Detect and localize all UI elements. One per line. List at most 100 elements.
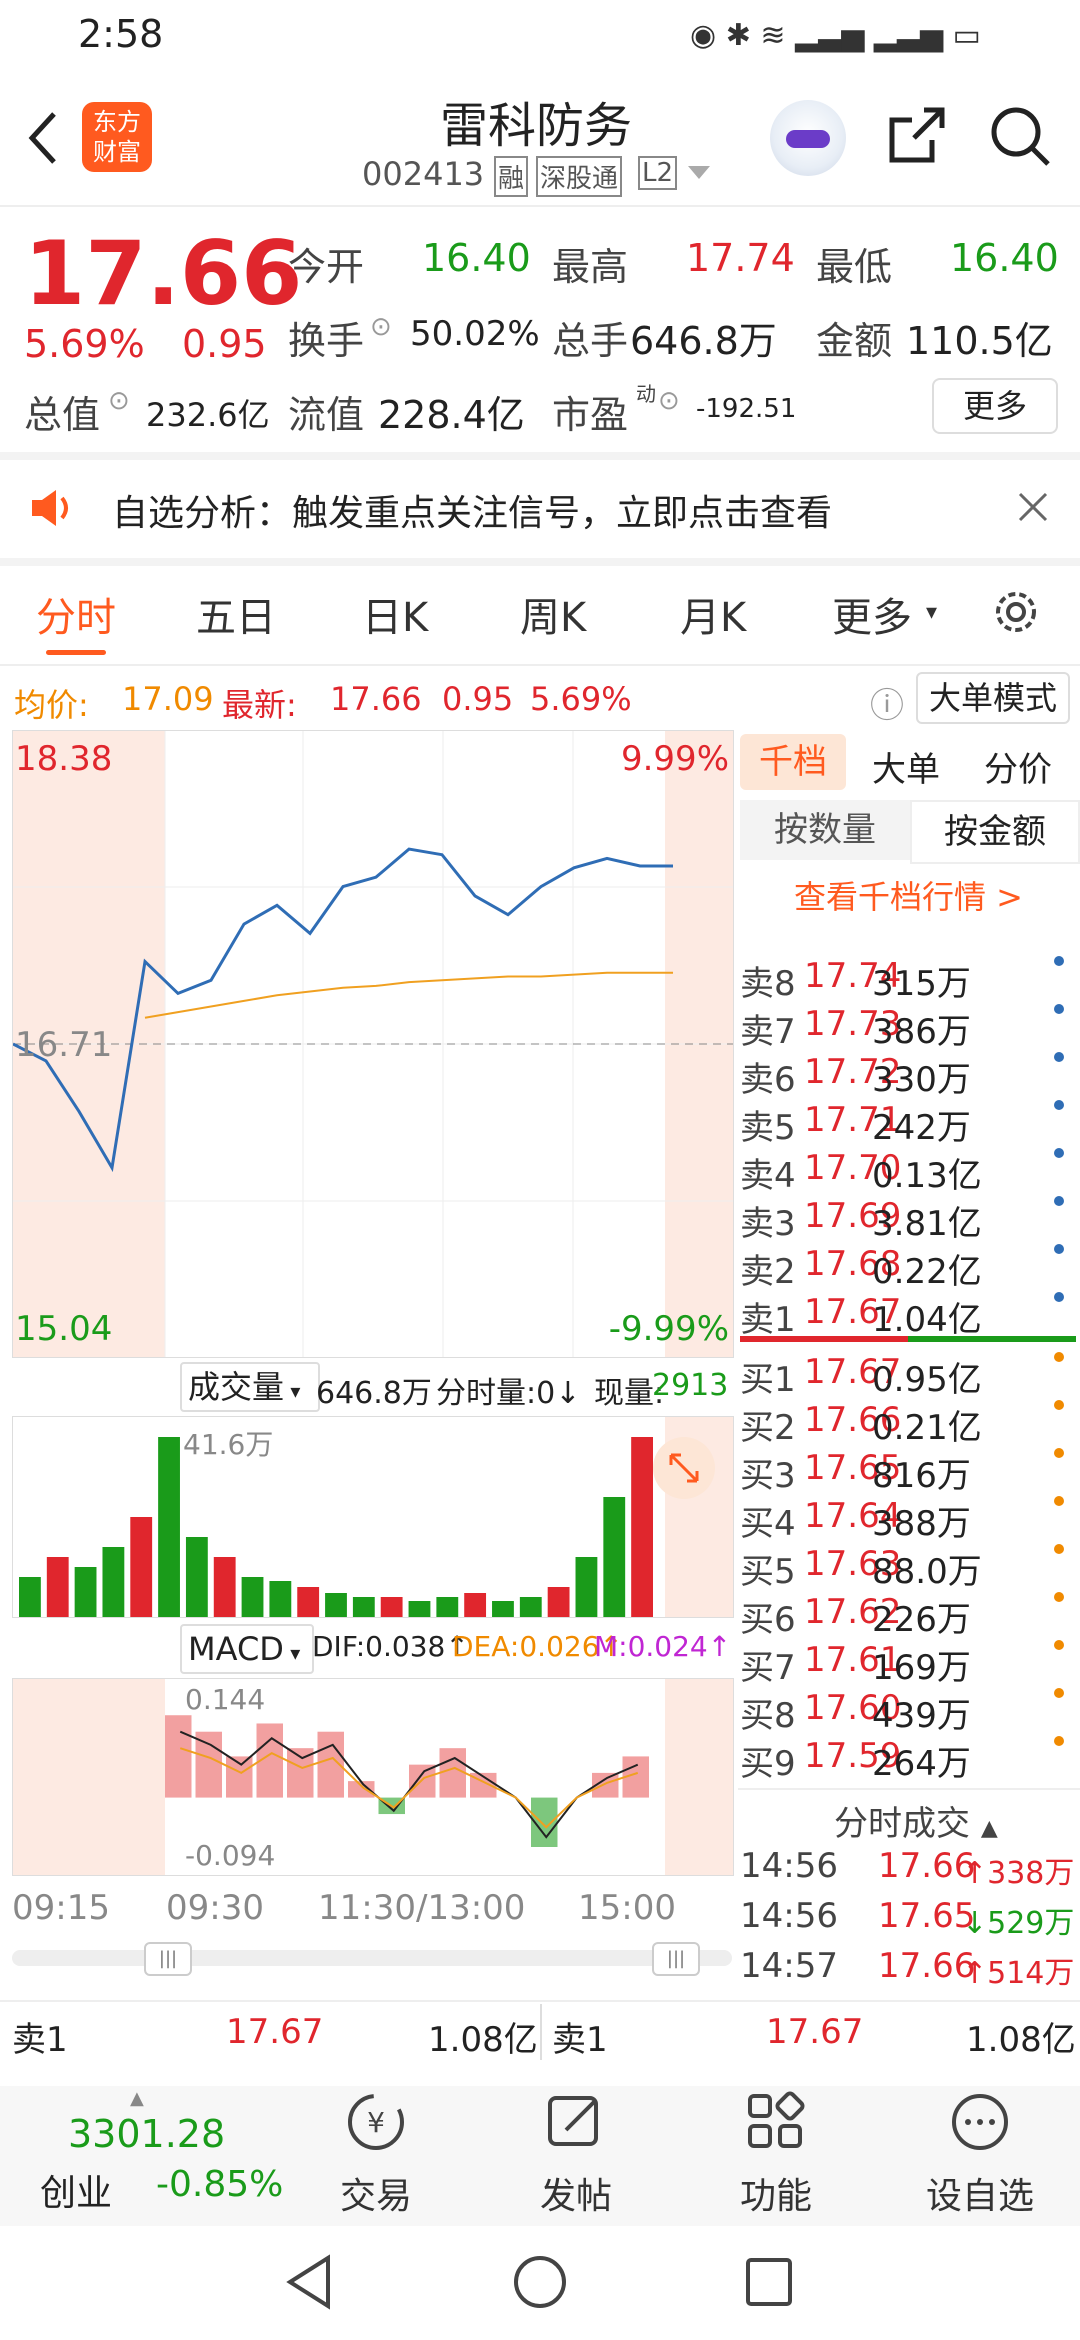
level-amount: 330万 [872, 1060, 971, 1100]
system-back-icon[interactable] [284, 2254, 334, 2314]
ask-row[interactable]: 卖7 17.73 386万 [738, 1004, 1076, 1052]
back-icon[interactable] [22, 108, 62, 168]
macd-bar [348, 1781, 375, 1798]
level-amount: 315万 [872, 964, 971, 1004]
bid-row[interactable]: 买9 17.59 264万 [738, 1736, 1076, 1784]
subtab-by-amount[interactable]: 按金额 [910, 800, 1080, 864]
ask-row[interactable]: 卖8 17.74 315万 [738, 956, 1076, 1004]
yen-icon: ¥ [348, 2094, 404, 2150]
nav-post[interactable]: 发帖 [526, 2090, 626, 2219]
bid-row[interactable]: 买4 17.64 388万 [738, 1496, 1076, 1544]
index-widget[interactable]: ▲ 3301.28 创业 -0.85% [0, 2086, 300, 2226]
trade-time: 14:56 [740, 1896, 838, 1936]
ask-row[interactable]: 卖3 17.69 3.81亿 [738, 1196, 1076, 1244]
search-icon[interactable] [988, 104, 1052, 168]
info-icon[interactable]: ⊙ [658, 386, 680, 416]
level-label: 买7 [740, 1648, 796, 1688]
level-dot [1054, 1052, 1064, 1062]
tab-intraday[interactable]: 分时 [36, 585, 116, 643]
stock-code: 002413 [362, 155, 485, 193]
nav-functions[interactable]: 功能 [726, 2090, 826, 2219]
tab-big-orders[interactable]: 大单 [872, 742, 940, 791]
turnover-value: 50.02% [410, 314, 540, 354]
time-label-midday: 11:30/13:00 [318, 1888, 526, 1928]
share-icon[interactable] [884, 104, 948, 168]
more-dots-icon [952, 2094, 1008, 2150]
level-dot [1054, 1544, 1064, 1554]
level-dot [1054, 1292, 1064, 1302]
trade-time: 14:57 [740, 1946, 838, 1986]
level-amount: 226万 [872, 1600, 971, 1640]
range-slider-right-handle[interactable]: ||| [652, 1942, 700, 1976]
volume-total: 646.8万 [316, 1376, 432, 1411]
macd-dif: DIF:0.038↑ [312, 1630, 469, 1663]
gear-icon[interactable] [990, 586, 1042, 638]
close-icon[interactable] [1018, 492, 1048, 522]
time-label-0915: 09:15 [12, 1888, 110, 1928]
bottom-ask-price-left: 17.67 [226, 2012, 324, 2052]
level-amount: 388万 [872, 1504, 971, 1544]
volume-bar [492, 1601, 514, 1617]
time-label-0930: 09:30 [166, 1888, 264, 1928]
pct-top-label: 9.99% [620, 739, 729, 779]
level-dot [1054, 1640, 1064, 1650]
avatar[interactable] [770, 100, 846, 176]
info-icon[interactable]: ⊙ [370, 312, 392, 342]
dropdown-icon[interactable] [688, 166, 710, 179]
level-label: 买8 [740, 1696, 796, 1736]
bid-row[interactable]: 买3 17.65 816万 [738, 1448, 1076, 1496]
bid-row[interactable]: 买1 17.67 0.95亿 [738, 1352, 1076, 1400]
bottom-ask-label-right: 卖1 [552, 2020, 608, 2060]
tab-five-day[interactable]: 五日 [196, 585, 276, 643]
ref-price-label: 16.71 [15, 1025, 113, 1065]
trade-price: 17.66 [878, 1946, 976, 1986]
amount-value: 110.5亿 [906, 319, 1053, 363]
volume-bar [158, 1437, 180, 1617]
bid-row[interactable]: 买8 17.60 439万 [738, 1688, 1076, 1736]
macd-chart[interactable]: 0.144 -0.094 [12, 1678, 734, 1876]
range-slider-left-handle[interactable]: ||| [144, 1942, 192, 1976]
status-icons: ◉ ✱ ≋ ▂▃▅ ▂▃▅ ▭ [690, 18, 981, 53]
ask-row[interactable]: 卖5 17.71 242万 [738, 1100, 1076, 1148]
trade-price: 17.65 [878, 1896, 976, 1936]
volume-selector[interactable]: 成交量 ▾ [180, 1362, 320, 1412]
tab-qiandang[interactable]: 千档 [740, 734, 846, 790]
trade-price: 17.66 [878, 1846, 976, 1886]
ask-row[interactable]: 卖2 17.68 0.22亿 [738, 1244, 1076, 1292]
bid-row[interactable]: 买7 17.61 169万 [738, 1640, 1076, 1688]
tab-day-k[interactable]: 日K [362, 585, 428, 643]
now-volume: 2913 [652, 1368, 729, 1403]
high-label: 最高 [552, 245, 629, 289]
nav-settings[interactable]: 设自选 [920, 2090, 1040, 2219]
help-icon[interactable]: ⓘ [870, 678, 904, 727]
chevron-down-icon: ▾ [926, 600, 938, 625]
tab-month-k[interactable]: 月K [680, 585, 746, 643]
bid-row[interactable]: 买5 17.63 88.0万 [738, 1544, 1076, 1592]
notice-text[interactable]: 自选分析：触发重点关注信号，立即点击查看 [112, 484, 832, 536]
ask-row[interactable]: 卖4 17.70 0.13亿 [738, 1148, 1076, 1196]
ask-row[interactable]: 卖6 17.72 330万 [738, 1052, 1076, 1100]
macd-selector[interactable]: MACD ▾ [180, 1624, 314, 1674]
expand-icon[interactable] [653, 1437, 715, 1499]
subtab-by-volume[interactable]: 按数量 [740, 800, 910, 860]
view-full-book-link[interactable]: 查看千档行情 > [794, 872, 1023, 918]
nav-trade[interactable]: ¥ 交易 [326, 2090, 426, 2219]
more-button[interactable]: 更多 [932, 378, 1058, 434]
tab-price-dist[interactable]: 分价 [984, 742, 1052, 791]
tag-rong: 融 [494, 156, 529, 197]
latest-change: 0.95 [442, 680, 514, 718]
system-home-icon[interactable] [512, 2254, 568, 2314]
range-slider-track[interactable] [12, 1950, 732, 1966]
level-label: 买3 [740, 1456, 796, 1496]
order-book: 千档 大单 分价 按数量 按金额 查看千档行情 > 卖8 17.74 315万 卖7 1… [738, 730, 1080, 1994]
info-icon[interactable]: ⊙ [108, 386, 130, 416]
tab-more[interactable]: 更多 [832, 585, 912, 643]
big-order-mode-button[interactable]: 大单模式 [916, 672, 1070, 724]
bid-row[interactable]: 买6 17.62 226万 [738, 1592, 1076, 1640]
volume-chart[interactable]: 41.6万 [12, 1416, 734, 1618]
tab-week-k[interactable]: 周K [520, 585, 586, 643]
bid-row[interactable]: 买2 17.66 0.21亿 [738, 1400, 1076, 1448]
ask-row[interactable]: 卖1 17.67 1.04亿 [738, 1292, 1076, 1340]
price-chart[interactable]: 18.38 15.04 9.99% -9.99% 16.71 [12, 730, 734, 1358]
system-recents-icon[interactable] [744, 2256, 794, 2312]
